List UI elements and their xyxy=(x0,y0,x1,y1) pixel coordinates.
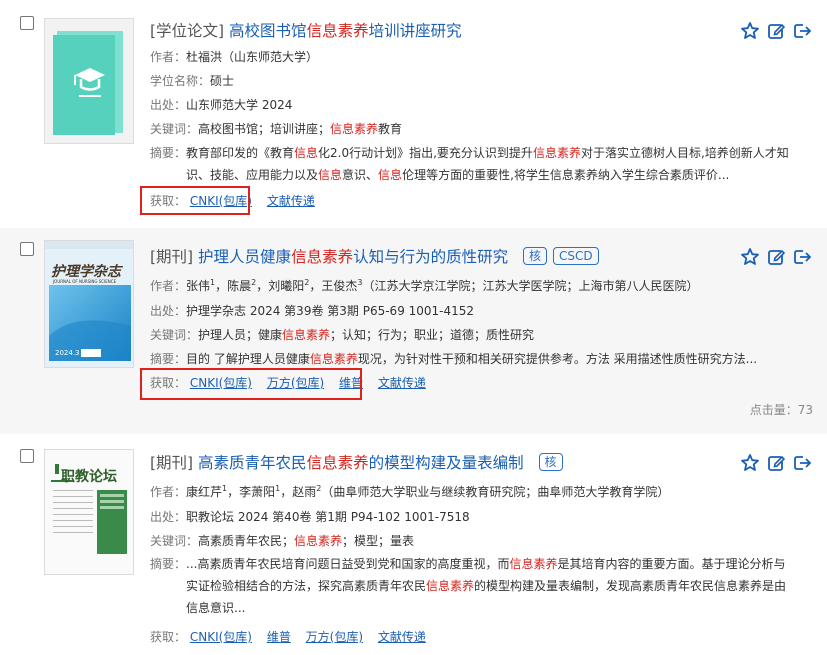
select-checkbox-2[interactable] xyxy=(20,242,34,256)
source-row-3: 出处：职教论坛 2024 第40卷 第1期 P94-102 1001-7518 xyxy=(150,510,470,524)
abstract-row-2: 摘要：目的 了解护理人员健康信息素养现况，为针对性干预和相关研究提供参考。方法 … xyxy=(150,352,758,366)
abstract-row-3: 摘要： ...高素质青年农民培育问题日益受到党和国家的高度重视，而信息素养是其培… xyxy=(150,557,787,615)
click-count: 点击量：73 xyxy=(749,403,813,417)
link-document-delivery[interactable]: 文献传递 xyxy=(267,194,315,208)
abstract-row-1: 摘要： 教育部印发的《教育信息化2.0行动计划》指出,要充分认识到提升信息素养对… xyxy=(150,146,789,182)
journal-cover-2[interactable]: 2024.3 护理学杂志 JOURNAL OF NURSING SCIENCE xyxy=(44,240,134,368)
edit-icon[interactable] xyxy=(766,247,786,267)
authors-row-2: 作者：张伟1，陈晨2，刘曦阳2，王俊杰3（江苏大学京江学院；江苏大学医学院；上海… xyxy=(150,278,699,294)
edit-icon[interactable] xyxy=(766,21,786,41)
link-cnki[interactable]: CNKI(包库) xyxy=(190,630,252,644)
keywords-row-3: 关键词：高素质青年农民；信息素养；模型；量表 xyxy=(150,534,415,548)
action-icons-1 xyxy=(740,21,812,41)
annotation-box-2 xyxy=(140,368,362,400)
action-icons-3 xyxy=(740,453,812,473)
export-icon[interactable] xyxy=(792,247,812,267)
link-document-delivery[interactable]: 文献传递 xyxy=(378,376,426,390)
result-title-2[interactable]: [期刊] 护理人员健康信息素养认知与行为的质性研究 核 CSCD xyxy=(150,247,599,267)
select-checkbox-3[interactable] xyxy=(20,449,34,463)
cover-subtitle: JOURNAL OF NURSING SCIENCE xyxy=(53,279,117,284)
keywords-row-1: 关键词：高校图书馆；培训讲座；信息素养教育 xyxy=(150,122,403,136)
action-icons-2 xyxy=(740,247,812,267)
star-icon[interactable] xyxy=(740,247,760,267)
link-document-delivery[interactable]: 文献传递 xyxy=(378,630,426,644)
star-icon[interactable] xyxy=(740,453,760,473)
core-badge: 核 xyxy=(538,453,563,471)
star-icon[interactable] xyxy=(740,21,760,41)
degree-row-1: 学位名称：硕士 xyxy=(150,74,235,88)
source-row-2: 出处：护理学杂志 2024 第39卷 第3期 P65-69 1001-4152 xyxy=(150,304,475,318)
annotation-box-1 xyxy=(140,186,250,215)
authors-row-3: 作者：康红芹1，李萧阳1，赵雨2（曲阜师范大学职业与继续教育研究院；曲阜师范大学… xyxy=(150,484,670,500)
export-icon[interactable] xyxy=(792,21,812,41)
core-badge: 核 xyxy=(523,247,548,265)
link-wanfang[interactable]: 万方(包库) xyxy=(306,630,363,644)
select-checkbox-1[interactable] xyxy=(20,16,34,30)
journal-cover-3[interactable]: 职教论坛 xyxy=(44,449,134,575)
cover-title: 护理学杂志 xyxy=(51,264,121,280)
thesis-placeholder-icon xyxy=(45,19,133,143)
result-title-1[interactable]: [学位论文] 高校图书馆信息素养培训讲座研究 xyxy=(150,21,462,41)
result-title-3[interactable]: [期刊] 高素质青年农民信息素养的模型构建及量表编制 核 xyxy=(150,453,563,473)
cscd-badge: CSCD xyxy=(553,247,599,265)
edit-icon[interactable] xyxy=(766,453,786,473)
svg-text:2024.3: 2024.3 xyxy=(55,349,80,357)
thesis-cover-1[interactable] xyxy=(44,18,134,144)
export-icon[interactable] xyxy=(792,453,812,473)
link-weipu[interactable]: 维普 xyxy=(267,630,291,644)
authors-row-1: 作者：杜福洪（山东师范大学） xyxy=(150,50,319,64)
access-row-3: 获取： CNKI(包库) 维普 万方(包库) 文献传递 xyxy=(150,630,426,644)
cover-title: 职教论坛 xyxy=(61,469,117,485)
source-row-1: 出处：山东师范大学 2024 xyxy=(150,98,293,112)
keywords-row-2: 关键词：护理人员；健康信息素养；认知；行为；职业；道德；质性研究 xyxy=(150,328,535,342)
